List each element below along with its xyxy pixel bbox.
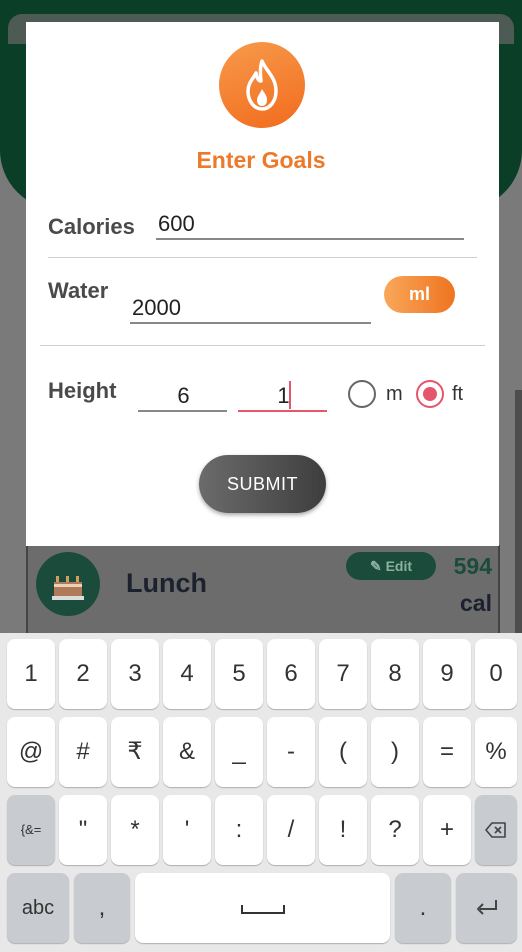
key-rupee[interactable]: ₹ (111, 717, 159, 787)
key-percent[interactable]: % (475, 717, 517, 787)
meal-calories-value: 594 (453, 553, 492, 579)
pencil-icon: ✎ (369, 558, 386, 574)
radio-selected-dot (423, 387, 437, 401)
key-9[interactable]: 9 (423, 639, 471, 709)
key-comma[interactable]: , (74, 873, 130, 943)
water-label: Water (48, 278, 109, 303)
key-period[interactable]: . (395, 873, 451, 943)
key-enter[interactable] (456, 873, 517, 943)
enter-icon (476, 900, 497, 915)
divider (40, 345, 485, 346)
key-2[interactable]: 2 (59, 639, 107, 709)
key-colon[interactable]: : (215, 795, 263, 865)
key-7[interactable]: 7 (319, 639, 367, 709)
key-at[interactable]: @ (7, 717, 55, 787)
key-question[interactable]: ? (371, 795, 419, 865)
key-8[interactable]: 8 (371, 639, 419, 709)
calories-label: Calories (48, 214, 135, 239)
space-icon (240, 905, 285, 914)
unit-radio-m[interactable] (348, 380, 376, 408)
water-unit-button[interactable]: ml (384, 276, 455, 313)
key-hash[interactable]: # (59, 717, 107, 787)
soft-keyboard: 1 2 3 4 5 6 7 8 9 0 @ # ₹ & _ - ( ) = % … (0, 633, 522, 952)
key-exclamation[interactable]: ! (319, 795, 367, 865)
key-ampersand[interactable]: & (163, 717, 211, 787)
text-cursor (289, 381, 291, 409)
key-double-quote[interactable]: " (59, 795, 107, 865)
key-space[interactable] (135, 873, 390, 943)
key-3[interactable]: 3 (111, 639, 159, 709)
unit-radio-ft-label: ft (452, 383, 464, 405)
height-minor-input[interactable]: 1 (238, 382, 327, 412)
edit-button: ✎ Edit (346, 552, 436, 580)
water-input[interactable]: 2000 (130, 294, 371, 324)
key-asterisk[interactable]: * (111, 795, 159, 865)
calories-input[interactable]: 600 (156, 210, 464, 240)
key-4[interactable]: 4 (163, 639, 211, 709)
unit-radio-ft[interactable] (416, 380, 444, 408)
key-symbols[interactable]: {&= (7, 795, 55, 865)
meal-name: Lunch (126, 568, 207, 598)
submit-button[interactable]: SUBMIT (199, 455, 326, 513)
key-equals[interactable]: = (423, 717, 471, 787)
key-slash[interactable]: / (267, 795, 315, 865)
meal-calories-unit: cal (460, 590, 492, 616)
key-0[interactable]: 0 (475, 639, 517, 709)
cake-icon (36, 552, 100, 616)
key-open-paren[interactable]: ( (319, 717, 367, 787)
key-plus[interactable]: + (423, 795, 471, 865)
key-apostrophe[interactable]: ' (163, 795, 211, 865)
key-minus[interactable]: - (267, 717, 315, 787)
dialog-title: Enter Goals (196, 147, 326, 173)
edit-label: Edit (385, 558, 413, 574)
divider (48, 257, 477, 258)
key-abc[interactable]: abc (7, 873, 69, 943)
key-5[interactable]: 5 (215, 639, 263, 709)
key-close-paren[interactable]: ) (371, 717, 419, 787)
height-label: Height (48, 378, 117, 403)
height-major-input[interactable]: 6 (138, 382, 227, 412)
backspace-icon (485, 822, 506, 838)
background-scrollbar (515, 390, 522, 640)
fire-icon (219, 42, 305, 128)
key-6[interactable]: 6 (267, 639, 315, 709)
key-backspace[interactable] (475, 795, 517, 865)
key-1[interactable]: 1 (7, 639, 55, 709)
key-underscore[interactable]: _ (215, 717, 263, 787)
unit-radio-m-label: m (386, 383, 403, 405)
